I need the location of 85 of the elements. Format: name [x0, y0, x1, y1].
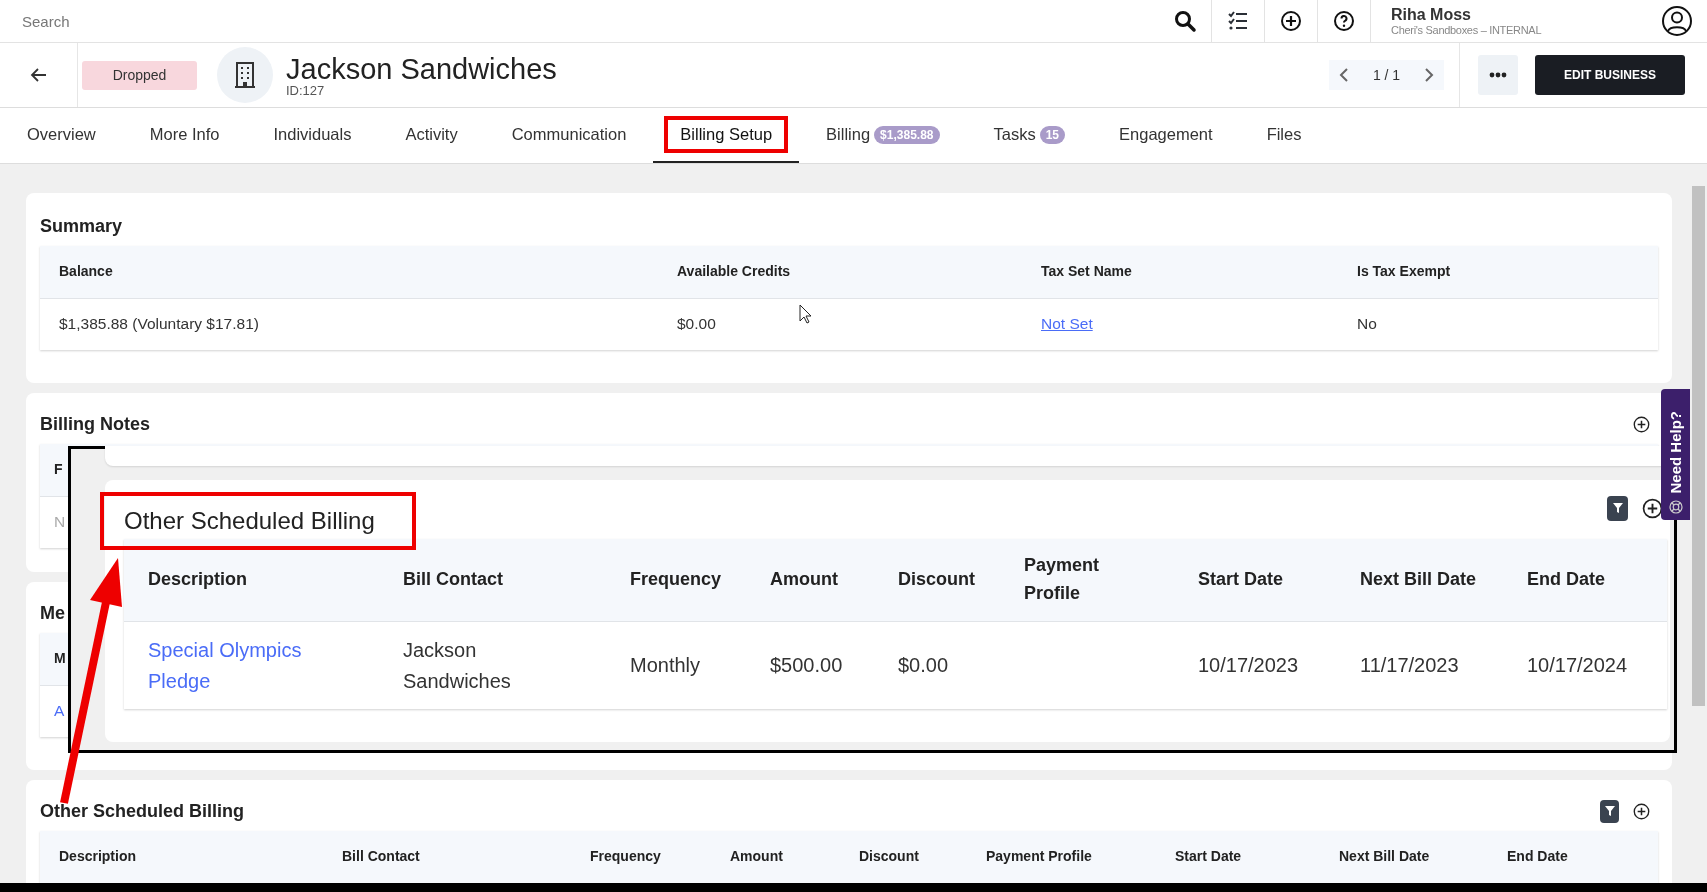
tab[interactable]: More Info: [122, 108, 247, 163]
more-icon[interactable]: [1489, 72, 1507, 78]
column-header: Next Bill Date: [1360, 568, 1477, 592]
count-badge: $1,385.88: [874, 125, 940, 144]
table-cell-text: $0.00: [898, 653, 949, 678]
section-title: Billing Notes: [40, 413, 151, 435]
column-header: End Date: [1527, 568, 1605, 592]
help-icon[interactable]: [1332, 9, 1356, 33]
column-header: Amount: [770, 568, 838, 592]
tab[interactable]: Billing Setup: [653, 108, 800, 163]
tab[interactable]: Billing $1,385.88: [799, 108, 967, 163]
tab[interactable]: Individuals: [246, 108, 379, 163]
column-header: Description: [148, 568, 248, 592]
table-cell-text: $500.00: [770, 653, 843, 678]
column-header: Balance: [59, 262, 113, 282]
table-link[interactable]: Not Set: [1041, 312, 1093, 337]
add-icon[interactable]: [1642, 497, 1663, 519]
scrollbar[interactable]: [1690, 164, 1707, 883]
column-header: Is Tax Exempt: [1357, 262, 1451, 282]
cursor-icon: [799, 304, 813, 324]
previous-button[interactable]: [1339, 68, 1349, 82]
organization-name: Cheri's Sandboxes – INTERNAL: [1391, 24, 1543, 36]
user-name: Riha Moss: [1391, 6, 1472, 24]
column-header: Frequency: [590, 847, 661, 867]
search-field[interactable]: Search: [20, 11, 624, 31]
record-title: Jackson Sandwiches: [286, 53, 557, 84]
column-header: Amount: [730, 847, 783, 867]
filter-icon[interactable]: [1611, 502, 1624, 514]
filter-button[interactable]: [1600, 799, 1619, 823]
highlight-frame: Billing Setup: [664, 116, 789, 153]
column-header: Payment Profile: [1024, 554, 1101, 605]
add-icon[interactable]: [1633, 415, 1650, 433]
filter-icon[interactable]: [1603, 805, 1616, 817]
back-arrow-icon[interactable]: [29, 66, 48, 84]
table-cell-text: Monthly: [630, 653, 701, 678]
column-header: Payment Profile: [986, 847, 1092, 867]
next-button[interactable]: [1424, 68, 1434, 82]
table-cell-text: No: [1357, 314, 1377, 335]
table-link[interactable]: A: [54, 699, 65, 724]
column-header: Description: [59, 847, 136, 867]
status-badge: Dropped: [82, 60, 197, 90]
column-header: Frequency: [630, 568, 722, 592]
tab[interactable]: Engagement: [1092, 108, 1240, 163]
tab[interactable]: Activity: [378, 108, 485, 163]
table-cell-text: N: [54, 512, 66, 533]
record-id: ID:127: [286, 83, 326, 97]
tab[interactable]: Overview: [0, 108, 123, 163]
table-cell-text: 10/17/2024: [1527, 653, 1628, 678]
column-header: Start Date: [1175, 847, 1242, 867]
column-header: F: [54, 460, 63, 480]
column-header: Discount: [898, 568, 975, 592]
section-title: Other Scheduled Billing: [40, 800, 246, 822]
section-title: Summary: [40, 215, 124, 237]
column-header: Bill Contact: [342, 847, 420, 867]
filter-button[interactable]: [1607, 495, 1628, 521]
building-icon[interactable]: [234, 61, 256, 89]
lifebuoy-icon[interactable]: [1668, 500, 1683, 514]
table-cell-text: $0.00: [677, 314, 716, 335]
add-icon[interactable]: [1279, 9, 1303, 33]
pager-count: 1 / 1: [1372, 67, 1401, 83]
table-cell-text: 10/17/2023: [1198, 653, 1299, 678]
need-help-button[interactable]: Need Help?: [1661, 389, 1690, 520]
section-title: Me: [40, 602, 66, 624]
column-header: Bill Contact: [403, 568, 503, 592]
column-header: End Date: [1507, 847, 1568, 867]
tab[interactable]: Tasks 15: [966, 108, 1093, 163]
search-icon[interactable]: [1173, 9, 1197, 33]
more-button[interactable]: [1478, 55, 1518, 95]
table-cell-text: 11/17/2023: [1360, 653, 1459, 678]
column-header: Tax Set Name: [1041, 262, 1132, 282]
column-header: M: [54, 649, 66, 669]
count-badge: 15: [1039, 125, 1066, 144]
column-header: Discount: [859, 847, 919, 867]
tab[interactable]: Communication: [484, 108, 654, 163]
edit-business-button[interactable]: EDIT BUSINESS: [1535, 55, 1685, 95]
column-header: Available Credits: [677, 262, 791, 282]
column-header: Start Date: [1198, 568, 1284, 592]
table-cell-text: Jackson Sandwiches: [403, 637, 512, 694]
column-header: Next Bill Date: [1339, 847, 1430, 867]
section-title: Other Scheduled Billing: [124, 507, 376, 535]
table-cell-text: $1,385.88 (Voluntary $17.81): [59, 314, 259, 335]
add-icon[interactable]: [1633, 802, 1650, 820]
table-link[interactable]: Special Olympics Pledge: [148, 634, 355, 697]
tab[interactable]: Files: [1239, 108, 1329, 163]
avatar-icon[interactable]: [1661, 5, 1693, 37]
